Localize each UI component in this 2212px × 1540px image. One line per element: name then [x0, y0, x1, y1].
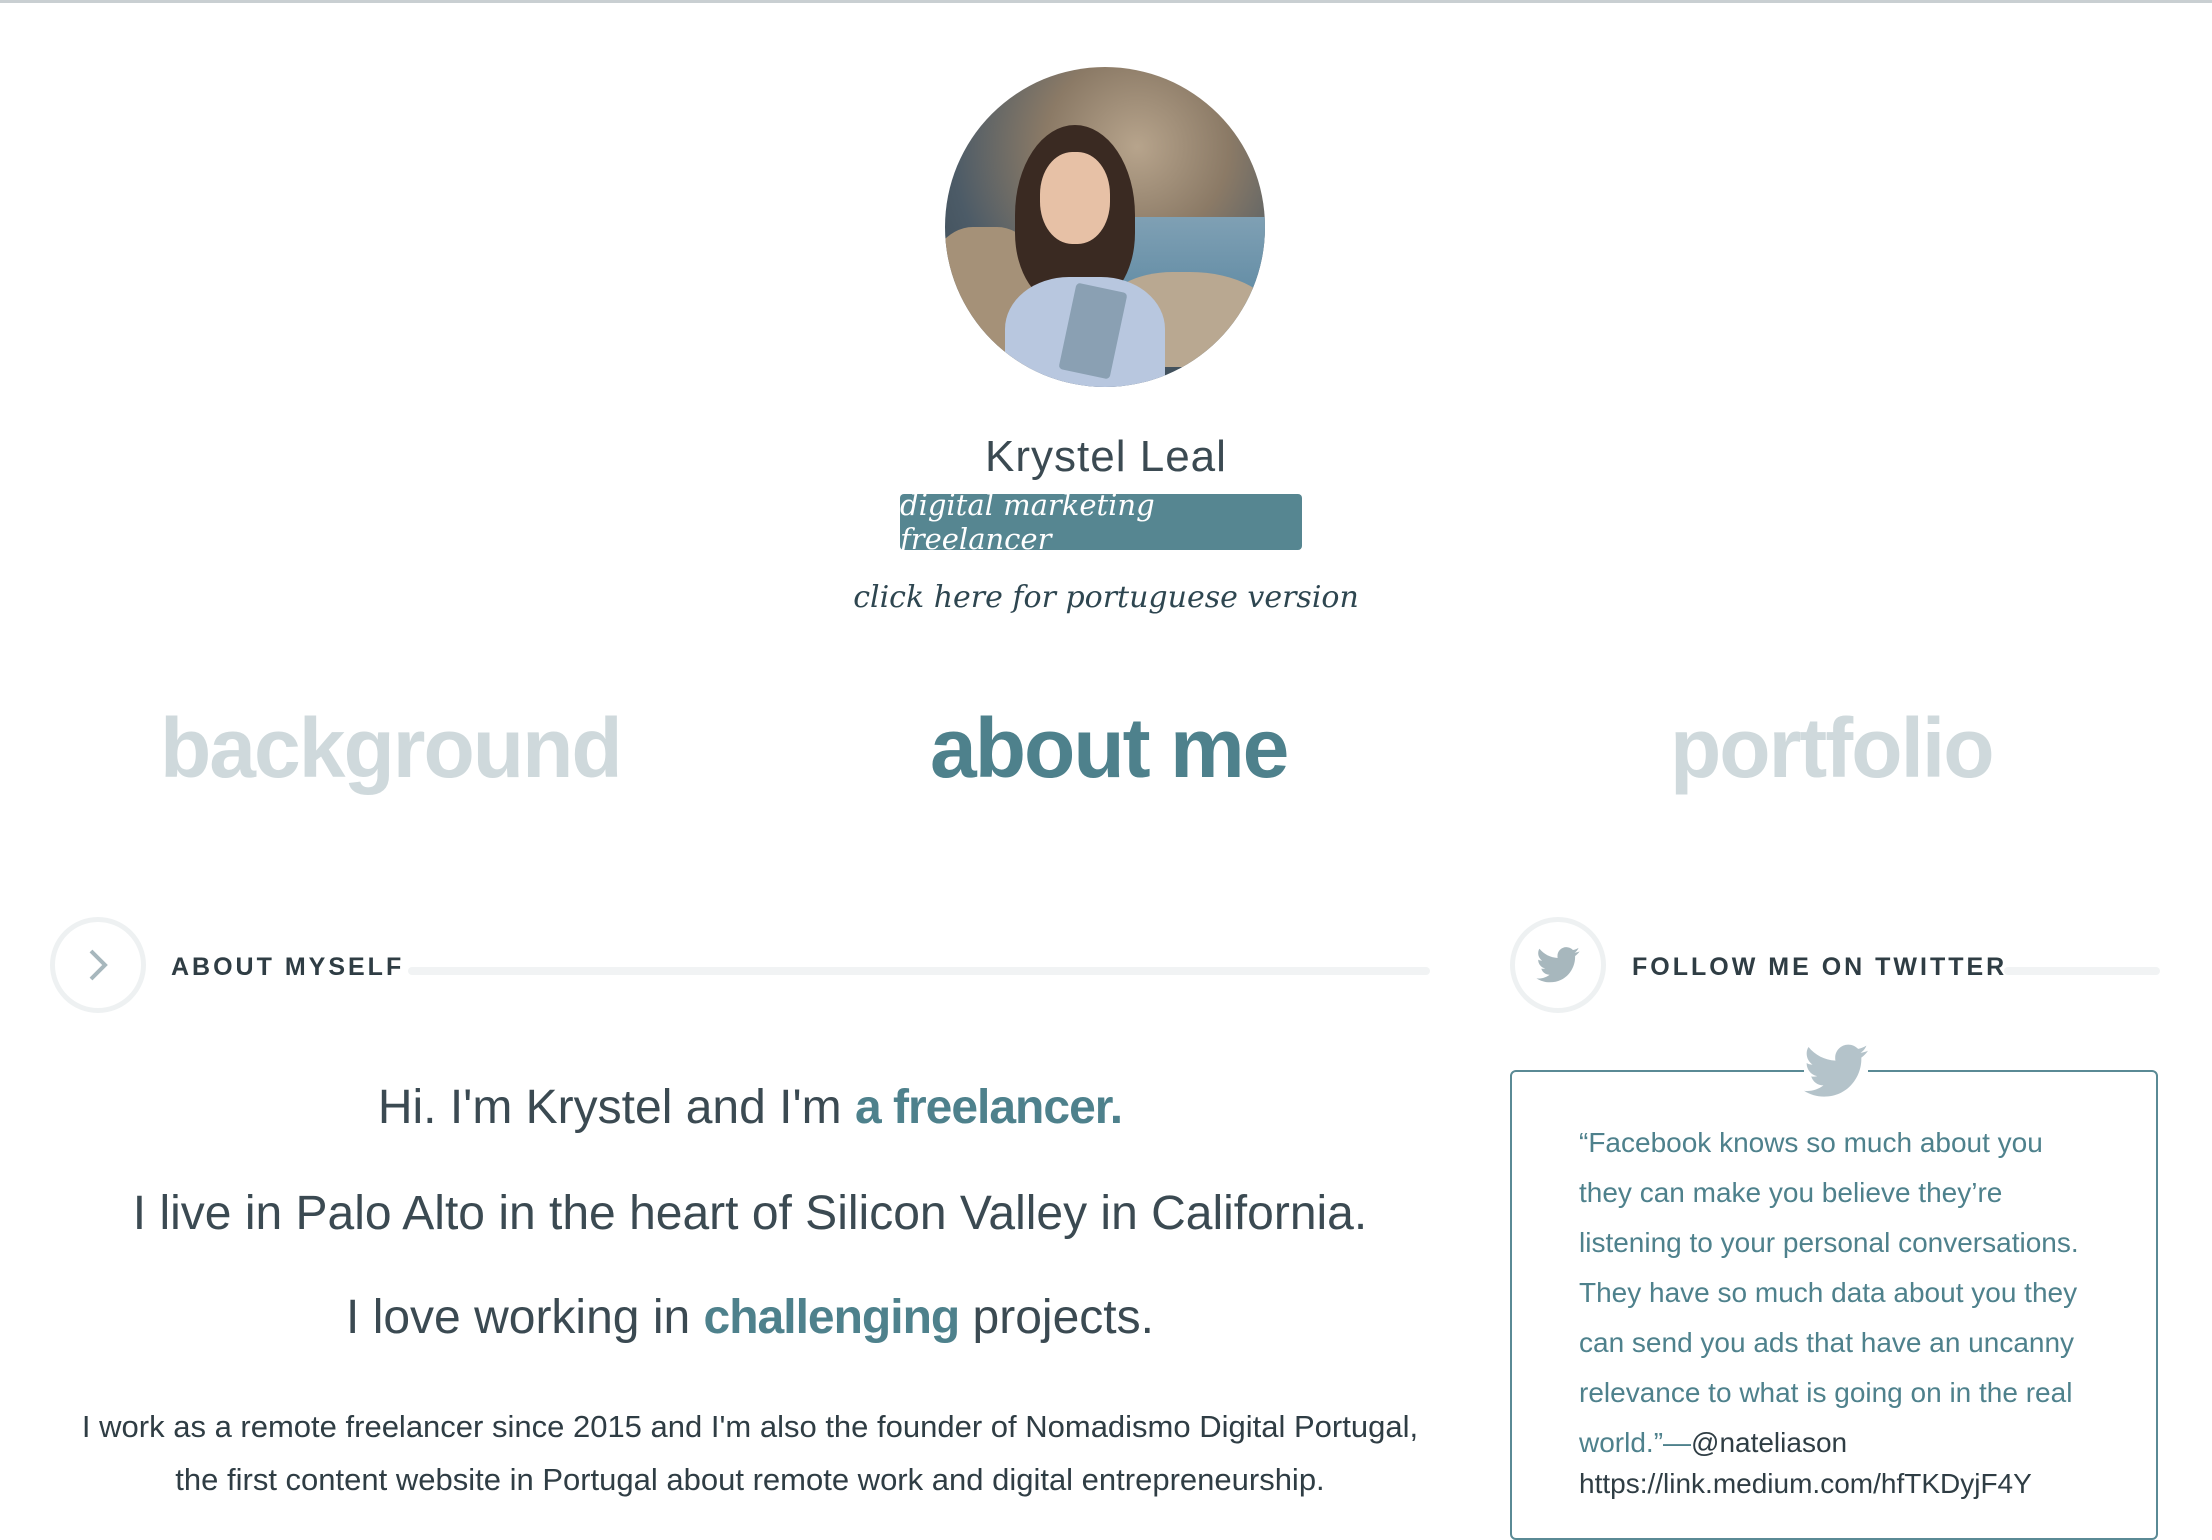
twitter-section-heading: FOLLOW ME ON TWITTER [1632, 953, 2008, 981]
about-section-heading: ABOUT MYSELF [171, 953, 405, 981]
profile-avatar [945, 67, 1265, 387]
about-paragraph-line-2: the first content website in Portugal ab… [175, 1462, 1325, 1497]
twitter-bird-icon [1536, 947, 1580, 983]
portuguese-version-link[interactable]: click here for portuguese version [0, 580, 2212, 615]
about-projects-suffix: projects. [959, 1291, 1154, 1344]
profile-name: Krystel Leal [985, 432, 1227, 481]
about-paragraph: I work as a remote freelancer since 2015… [40, 1400, 1460, 1506]
about-paragraph-line-1: I work as a remote freelancer since 2015… [81, 1409, 1419, 1444]
profile-tagline-badge: digital marketing freelancer [900, 488, 1302, 556]
twitter-section-divider [2004, 967, 2160, 975]
nav-background[interactable]: background [160, 700, 623, 797]
tweet-text: “Facebook knows so much about you they c… [1579, 1118, 2099, 1468]
nav-about-me[interactable]: about me [930, 700, 1289, 797]
about-section-icon-circle [50, 917, 146, 1013]
about-intro-highlight: a freelancer. [854, 1081, 1123, 1134]
about-projects-line: I love working in challenging projects. [40, 1290, 1460, 1345]
nav-portfolio[interactable]: portfolio [1670, 700, 1995, 797]
twitter-section-icon-circle [1510, 917, 1606, 1013]
tweet-handle-link[interactable]: @nateliason [1691, 1427, 1847, 1458]
about-location-line: I live in Palo Alto in the heart of Sili… [132, 1187, 1368, 1240]
twitter-bird-icon [1804, 1044, 1868, 1097]
chevron-right-icon [89, 949, 108, 981]
about-projects-highlight: challenging [703, 1291, 961, 1344]
tweet-body: “Facebook knows so much about you they c… [1579, 1127, 2079, 1458]
about-section-divider [408, 967, 1430, 975]
about-intro-line: Hi. I'm Krystel and I'm a freelancer. [40, 1080, 1460, 1135]
tweet-url-link[interactable]: https://link.medium.com/hfTKDyjF4Y [1579, 1468, 2032, 1500]
about-projects-prefix: I love working in [346, 1291, 704, 1344]
tweet-card-bird-badge [1804, 1044, 1868, 1100]
top-border [0, 0, 2212, 3]
about-intro-text: Hi. I'm Krystel and I'm [377, 1081, 855, 1134]
